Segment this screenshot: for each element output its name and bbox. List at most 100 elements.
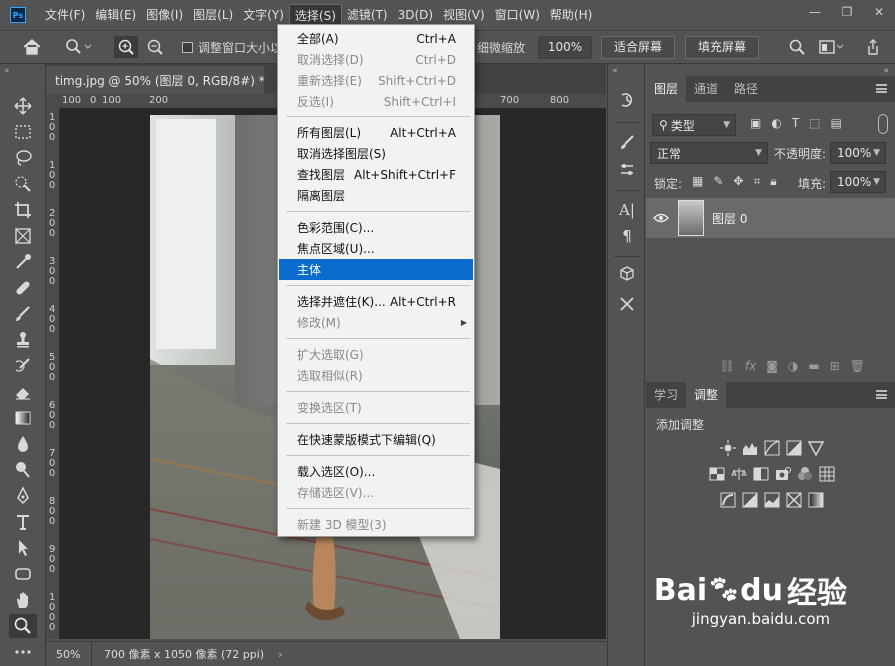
hand-tool-icon[interactable] — [9, 588, 37, 612]
channel-mixer-icon[interactable] — [797, 466, 813, 482]
menu-file[interactable]: 文件(F) — [40, 4, 90, 26]
document-tab[interactable]: timg.jpg @ 50% (图层 0, RGB/8#) * × — [46, 66, 287, 94]
paragraph-panel-icon[interactable]: ¶ — [617, 226, 637, 246]
lock-position-icon[interactable]: ✥ — [733, 174, 743, 189]
fine-zoom-option[interactable]: 细微缩放 — [477, 36, 525, 58]
filter-type-icon[interactable]: T — [792, 116, 799, 130]
gradient-map-icon[interactable] — [808, 492, 824, 508]
menu-item-save-selection[interactable]: 存储选区(V)... — [279, 482, 473, 503]
maximize-button[interactable]: ❐ — [831, 0, 863, 24]
collapse-panels-icon[interactable]: « — [883, 66, 889, 76]
tools-preset-icon[interactable] — [617, 294, 637, 314]
lock-all-icon[interactable]: 🔒︎ — [770, 174, 776, 189]
brightness-icon[interactable] — [720, 440, 736, 456]
layer-style-icon[interactable]: fx — [745, 359, 756, 373]
exposure-icon[interactable] — [786, 440, 802, 456]
more-tools-icon[interactable] — [9, 640, 37, 664]
layer-name[interactable]: 图层 0 — [712, 210, 747, 227]
menu-item-subject[interactable]: 主体 — [279, 259, 473, 280]
menu-image[interactable]: 图像(I) — [141, 4, 188, 26]
type-tool-icon[interactable] — [9, 510, 37, 534]
color-lookup-icon[interactable] — [819, 466, 835, 482]
resize-window-option[interactable]: 调整窗口大小以 — [182, 36, 282, 58]
3d-panel-icon[interactable] — [617, 264, 637, 284]
move-tool-icon[interactable] — [9, 94, 37, 118]
menu-item-all-layers[interactable]: 所有图层(L) Alt+Ctrl+A — [279, 122, 473, 143]
menu-edit[interactable]: 编辑(E) — [90, 4, 141, 26]
menu-item-inverse[interactable]: 反选(I) Shift+Ctrl+I — [279, 91, 473, 112]
menu-item-quick-mask[interactable]: 在快速蒙版模式下编辑(Q) — [279, 429, 473, 450]
status-expand-icon[interactable]: › — [278, 648, 282, 661]
menu-item-reselect[interactable]: 重新选择(E) Shift+Ctrl+D — [279, 70, 473, 91]
menu-3d[interactable]: 3D(D) — [393, 4, 438, 26]
history-brush-tool-icon[interactable] — [9, 354, 37, 378]
clone-stamp-tool-icon[interactable] — [9, 328, 37, 352]
menu-type[interactable]: 文字(Y) — [238, 4, 289, 26]
marquee-tool-icon[interactable] — [9, 120, 37, 144]
brush-presets-icon[interactable] — [617, 160, 637, 180]
adjustments-panel-menu-icon[interactable] — [876, 390, 887, 399]
lock-transparent-icon[interactable]: ▦ — [692, 174, 703, 189]
menu-item-select-and-mask[interactable]: 选择并遮住(K)... Alt+Ctrl+R — [279, 291, 473, 312]
menu-item-grow[interactable]: 扩大选取(G) — [279, 344, 473, 365]
eye-icon[interactable] — [646, 213, 676, 223]
blend-mode-select[interactable]: 正常 ▼ — [650, 142, 768, 164]
tab-learn[interactable]: 学习 — [646, 382, 686, 408]
healing-brush-tool-icon[interactable] — [9, 276, 37, 300]
filter-toggle[interactable] — [878, 114, 888, 134]
zoom-percent-field[interactable]: 100% — [538, 36, 592, 59]
collapse-arrows-icon[interactable]: » — [4, 66, 10, 76]
black-white-icon[interactable] — [753, 466, 769, 482]
collapse-dock-icon[interactable]: « — [612, 66, 618, 76]
menu-item-deselect[interactable]: 取消选择(D) Ctrl+D — [279, 49, 473, 70]
home-icon[interactable] — [22, 36, 42, 58]
history-panel-icon[interactable] — [617, 90, 637, 110]
menu-item-focus-area[interactable]: 焦点区域(U)... — [279, 238, 473, 259]
filter-smart-object-icon[interactable]: ▤ — [831, 116, 842, 130]
menu-view[interactable]: 视图(V) — [438, 4, 490, 26]
menu-help[interactable]: 帮助(H) — [545, 4, 597, 26]
menu-item-deselect-layers[interactable]: 取消选择图层(S) — [279, 143, 473, 164]
tab-layers[interactable]: 图层 — [646, 76, 687, 102]
minimize-button[interactable]: — — [799, 0, 831, 24]
path-selection-tool-icon[interactable] — [9, 536, 37, 560]
curves-icon[interactable] — [764, 440, 780, 456]
color-balance-icon[interactable] — [731, 466, 747, 482]
gradient-tool-icon[interactable] — [9, 406, 37, 430]
menu-filter[interactable]: 滤镜(T) — [342, 4, 393, 26]
status-zoom[interactable]: 50% — [46, 642, 92, 666]
menu-item-color-range[interactable]: 色彩范围(C)... — [279, 217, 473, 238]
fit-screen-button[interactable]: 适合屏幕 — [601, 36, 676, 59]
pen-tool-icon[interactable] — [9, 484, 37, 508]
layers-panel-menu-icon[interactable] — [876, 84, 887, 93]
posterize-icon[interactable] — [742, 492, 758, 508]
menu-item-similar[interactable]: 选取相似(R) — [279, 365, 473, 386]
photoshop-logo[interactable]: Ps — [10, 7, 26, 23]
layer-filter-select[interactable]: ⚲ 类型 ▼ — [652, 114, 736, 136]
brush-tool-icon[interactable] — [9, 302, 37, 326]
workspace-icon[interactable] — [818, 36, 844, 58]
eyedropper-tool-icon[interactable] — [9, 250, 37, 274]
hue-saturation-icon[interactable] — [709, 466, 725, 482]
zoom-in-icon[interactable] — [114, 36, 138, 58]
levels-icon[interactable] — [742, 440, 758, 456]
dodge-tool-icon[interactable] — [9, 458, 37, 482]
photo-filter-icon[interactable] — [775, 466, 791, 482]
filter-pixel-icon[interactable]: ▣ — [750, 116, 761, 130]
menu-item-transform-selection[interactable]: 变换选区(T) — [279, 397, 473, 418]
filter-adjustment-icon[interactable]: ◐ — [771, 116, 781, 130]
tab-paths[interactable]: 路径 — [726, 76, 766, 102]
menu-item-load-selection[interactable]: 载入选区(O)... — [279, 461, 473, 482]
blur-tool-icon[interactable] — [9, 432, 37, 456]
brush-settings-icon[interactable] — [617, 132, 637, 152]
crop-tool-icon[interactable] — [9, 198, 37, 222]
quick-selection-tool-icon[interactable] — [9, 172, 37, 196]
layer-row[interactable]: 图层 0 — [646, 198, 895, 238]
zoom-tool-icon[interactable] — [9, 614, 37, 638]
menu-item-find-layers[interactable]: 查找图层 Alt+Shift+Ctrl+F — [279, 164, 473, 185]
selective-color-icon[interactable] — [786, 492, 802, 508]
lasso-tool-icon[interactable] — [9, 146, 37, 170]
frame-tool-icon[interactable] — [9, 224, 37, 248]
menu-layer[interactable]: 图层(L) — [188, 4, 238, 26]
link-layers-icon[interactable]: ⛓ — [720, 359, 735, 373]
